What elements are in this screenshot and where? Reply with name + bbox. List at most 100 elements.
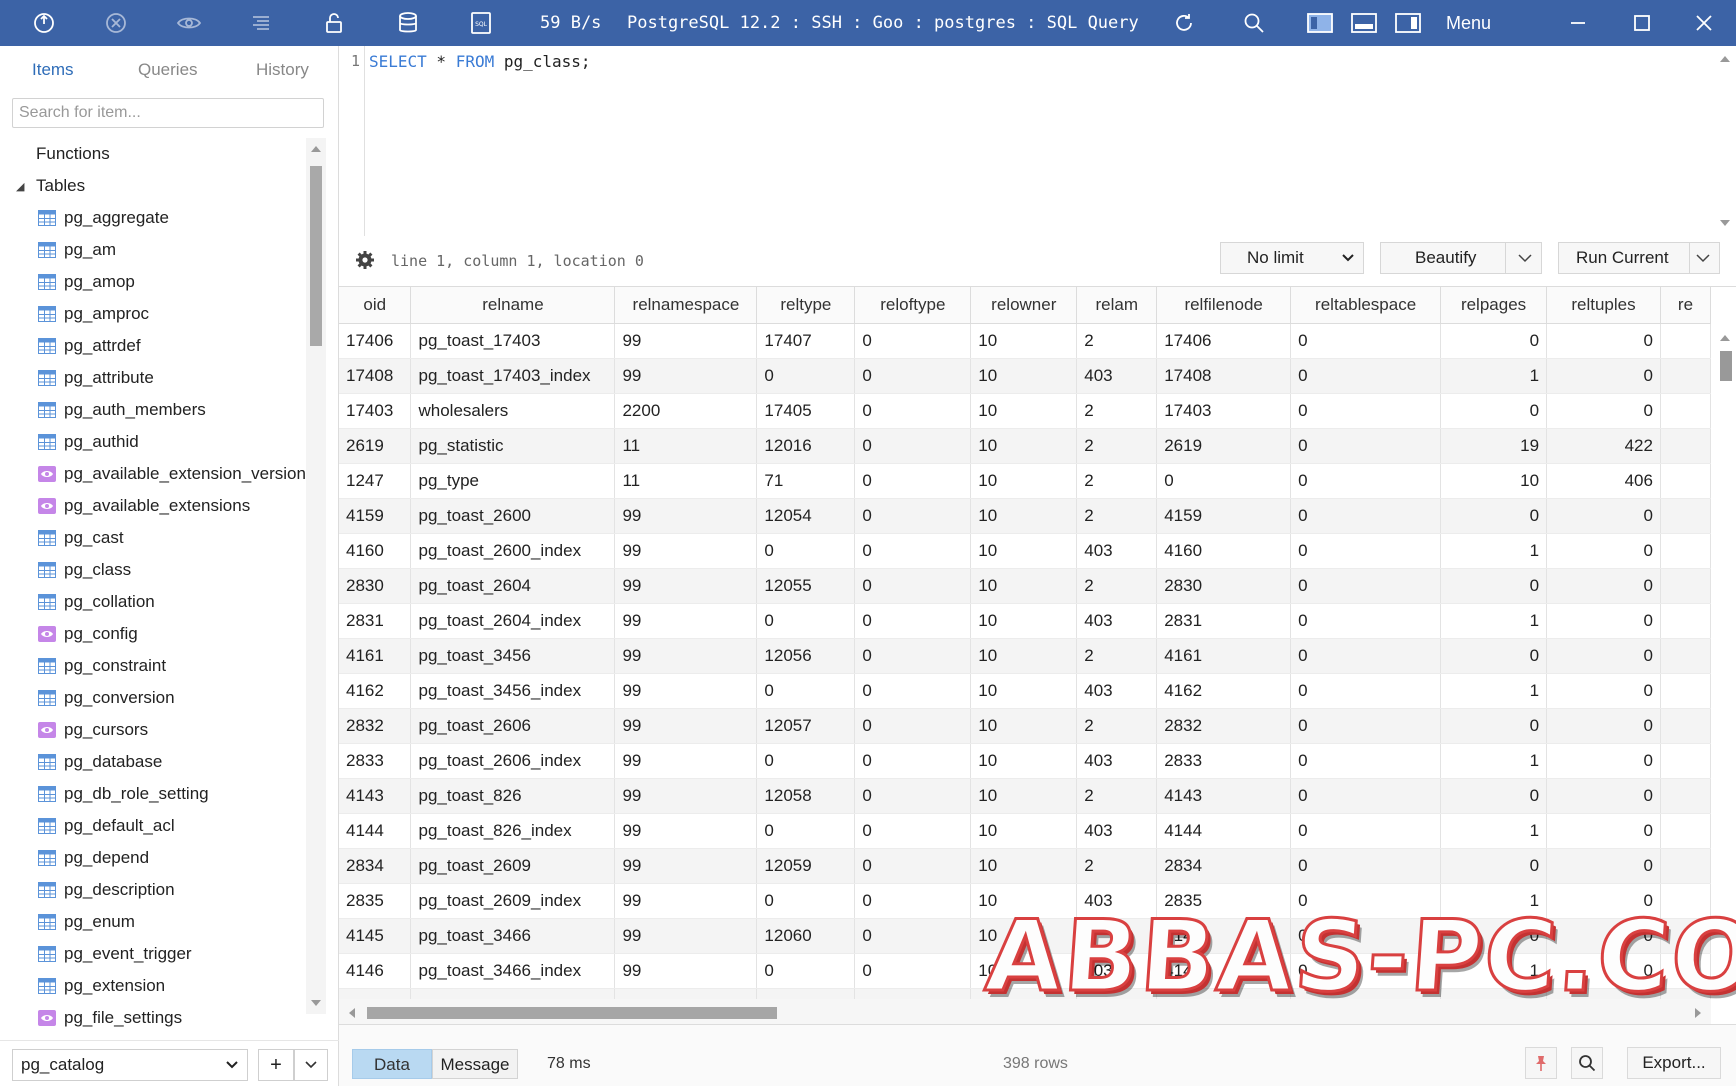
- tab-data[interactable]: Data: [352, 1049, 432, 1079]
- table-cell[interactable]: pg_toast_17403_index: [410, 358, 616, 394]
- tree-item[interactable]: pg_description: [0, 874, 306, 906]
- table-cell[interactable]: 0: [1546, 708, 1661, 744]
- table-cell[interactable]: 0: [1546, 498, 1661, 534]
- scroll-left-arrow-icon[interactable]: [347, 1007, 357, 1019]
- table-cell[interactable]: 2: [1076, 638, 1158, 674]
- table-cell[interactable]: 2832: [1156, 708, 1292, 744]
- table-cell[interactable]: 0: [1546, 603, 1661, 639]
- table-cell[interactable]: pg_toast_2604: [410, 568, 616, 604]
- table-cell[interactable]: [1660, 673, 1711, 709]
- table-cell[interactable]: 4159: [339, 498, 412, 534]
- table-cell[interactable]: 10: [970, 708, 1078, 744]
- table-cell[interactable]: 10: [970, 813, 1078, 849]
- table-cell[interactable]: 0: [756, 883, 856, 919]
- table-cell[interactable]: 4162: [339, 673, 412, 709]
- minimize-icon[interactable]: [1560, 0, 1596, 46]
- table-cell[interactable]: 12016: [756, 428, 856, 464]
- tree-item[interactable]: pg_enum: [0, 906, 306, 938]
- table-cell[interactable]: 0: [756, 603, 856, 639]
- table-cell[interactable]: 0: [1290, 393, 1442, 429]
- table-cell[interactable]: 99: [614, 603, 758, 639]
- table-cell[interactable]: 0: [1546, 953, 1661, 989]
- list-icon[interactable]: [243, 0, 279, 46]
- table-cell[interactable]: 422: [1546, 428, 1661, 464]
- table-row[interactable]: 17406 pg_toast_17403 99 17407 0 10 2 17406 0 0 0: [339, 323, 1711, 359]
- table-cell[interactable]: [1660, 323, 1711, 359]
- menu-button[interactable]: Menu: [1446, 0, 1491, 46]
- table-cell[interactable]: 4147: [1156, 988, 1292, 999]
- table-cell[interactable]: 4145: [1156, 918, 1292, 954]
- table-cell[interactable]: 99: [614, 883, 758, 919]
- table-row[interactable]: 4144 pg_toast_826_index 99 0 0 10 403 4144 0 1 0: [339, 813, 1711, 849]
- table-cell[interactable]: 0: [854, 393, 972, 429]
- table-cell[interactable]: pg_toast_3466: [410, 918, 616, 954]
- table-cell[interactable]: 2: [1076, 568, 1158, 604]
- table-cell[interactable]: pg_toast_2609: [410, 848, 616, 884]
- table-cell[interactable]: 0: [1546, 848, 1661, 884]
- table-cell[interactable]: 1: [1440, 743, 1548, 779]
- column-header[interactable]: reltype: [756, 287, 856, 324]
- table-cell[interactable]: 0: [1440, 393, 1548, 429]
- table-cell[interactable]: 10: [970, 638, 1078, 674]
- table-cell[interactable]: 19: [1440, 428, 1548, 464]
- table-cell[interactable]: 17403: [339, 393, 412, 429]
- table-cell[interactable]: 4143: [339, 778, 412, 814]
- expand-triangle-icon[interactable]: ◢: [16, 180, 24, 193]
- close-icon[interactable]: [1686, 0, 1722, 46]
- tab-queries[interactable]: Queries: [138, 60, 198, 80]
- table-cell[interactable]: 99: [614, 743, 758, 779]
- table-cell[interactable]: 71: [756, 463, 856, 499]
- table-cell[interactable]: 0: [1290, 813, 1442, 849]
- table-cell[interactable]: 99: [614, 953, 758, 989]
- table-cell[interactable]: 403: [1076, 883, 1158, 919]
- table-cell[interactable]: 99: [614, 323, 758, 359]
- table-cell[interactable]: 10: [970, 428, 1078, 464]
- table-cell[interactable]: 0: [854, 988, 972, 999]
- table-cell[interactable]: 0: [854, 498, 972, 534]
- table-cell[interactable]: 2830: [339, 568, 412, 604]
- tab-items[interactable]: Items: [32, 60, 74, 80]
- tree-item[interactable]: pg_constraint: [0, 650, 306, 682]
- table-cell[interactable]: pg_toast_2600_index: [410, 533, 616, 569]
- table-cell[interactable]: 10: [970, 393, 1078, 429]
- table-cell[interactable]: 1: [1440, 883, 1548, 919]
- table-cell[interactable]: [1660, 463, 1711, 499]
- refresh-icon[interactable]: [1166, 0, 1202, 46]
- tree-item[interactable]: pg_available_extension_version: [0, 458, 306, 490]
- chevron-down-icon[interactable]: [1517, 243, 1533, 283]
- table-cell[interactable]: 17408: [339, 358, 412, 394]
- table-cell[interactable]: 2: [1076, 498, 1158, 534]
- table-cell[interactable]: [1660, 918, 1711, 954]
- table-cell[interactable]: 1: [1440, 603, 1548, 639]
- table-cell[interactable]: 4144: [1156, 813, 1292, 849]
- eye-icon[interactable]: [171, 0, 207, 46]
- table-cell[interactable]: [1660, 708, 1711, 744]
- table-cell[interactable]: 12060: [756, 918, 856, 954]
- tree-item[interactable]: pg_collation: [0, 586, 306, 618]
- scroll-down-arrow-icon[interactable]: [310, 998, 322, 1008]
- table-cell[interactable]: 0: [854, 953, 972, 989]
- table-row[interactable]: 4161 pg_toast_3456 99 12056 0 10 2 4161 0 0 0: [339, 638, 1711, 674]
- search-icon[interactable]: [1236, 0, 1272, 46]
- table-cell[interactable]: 0: [854, 918, 972, 954]
- table-cell[interactable]: 99: [614, 673, 758, 709]
- table-cell[interactable]: 4145: [339, 918, 412, 954]
- sidebar-scrollbar[interactable]: [306, 138, 326, 1014]
- table-cell[interactable]: 2: [1076, 428, 1158, 464]
- table-cell[interactable]: 0: [1546, 568, 1661, 604]
- table-cell[interactable]: 0: [854, 638, 972, 674]
- table-row[interactable]: 4162 pg_toast_3456_index 99 0 0 10 403 4162 0 1 0: [339, 673, 1711, 709]
- table-cell[interactable]: 12059: [756, 848, 856, 884]
- table-cell[interactable]: 2835: [339, 883, 412, 919]
- tree-item[interactable]: pg_authid: [0, 426, 306, 458]
- table-cell[interactable]: 2831: [339, 603, 412, 639]
- table-cell[interactable]: 0: [1290, 918, 1442, 954]
- table-cell[interactable]: 10: [970, 498, 1078, 534]
- table-cell[interactable]: 0: [1440, 568, 1548, 604]
- tree-item[interactable]: pg_extension: [0, 970, 306, 1002]
- table-cell[interactable]: 99: [614, 848, 758, 884]
- table-cell[interactable]: 403: [1076, 743, 1158, 779]
- table-cell[interactable]: 2833: [339, 743, 412, 779]
- table-cell[interactable]: 0: [1290, 673, 1442, 709]
- table-cell[interactable]: 10: [970, 533, 1078, 569]
